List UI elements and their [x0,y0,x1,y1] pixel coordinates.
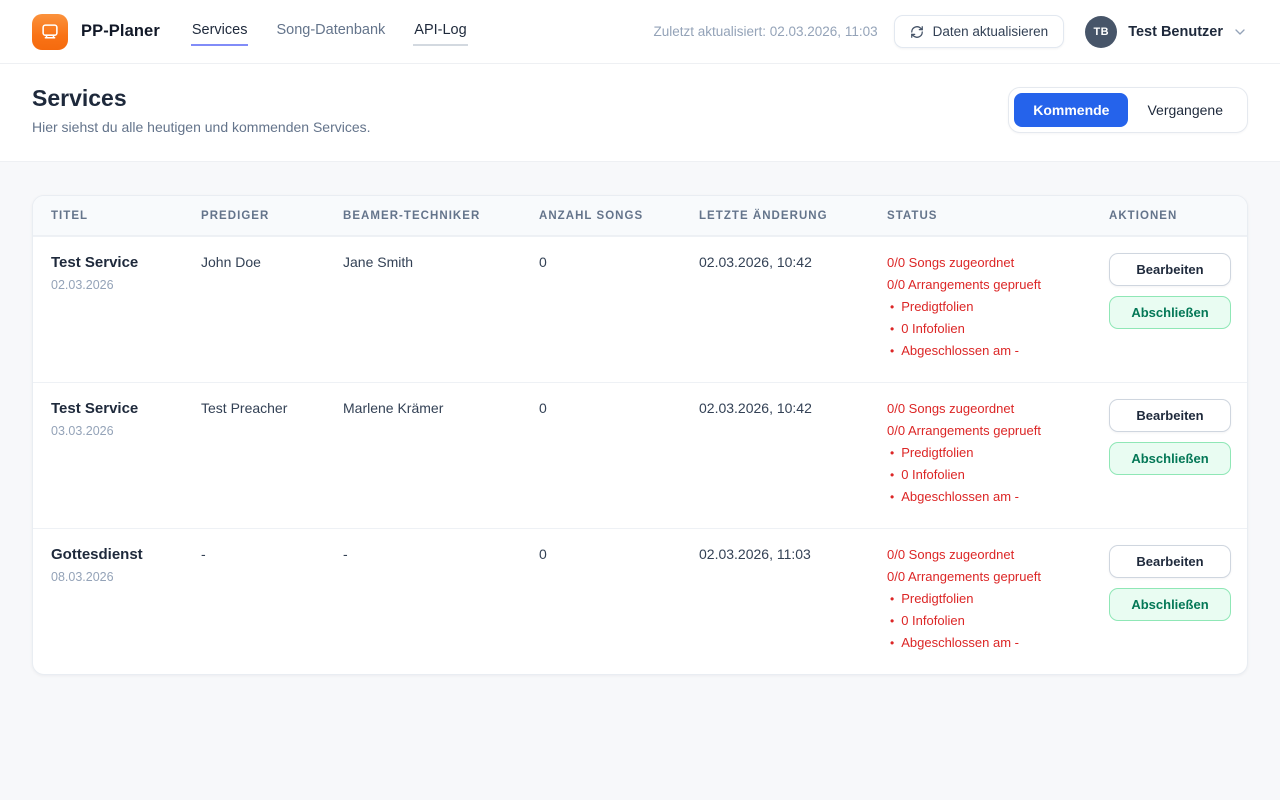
page-subtitle: Hier siehst du alle heutigen und kommend… [32,119,371,135]
table-row: Test Service 02.03.2026 John Doe Jane Sm… [33,236,1247,382]
service-filter-toggle: Kommende Vergangene [1008,87,1248,133]
anzahl-songs-cell: 0 [539,529,699,674]
services-table-card: Titel Prediger Beamer-Techniker Anzahl S… [32,195,1248,675]
status-bullet-item: 0 Infofolien [887,610,1093,632]
page-title: Services [32,85,371,112]
app-logo [32,14,68,50]
status-cell: 0/0 Songs zugeordnet 0/0 Arrangements ge… [887,529,1109,674]
col-header-prediger: Prediger [201,196,343,235]
complete-button[interactable]: Abschließen [1109,588,1231,621]
refresh-data-button[interactable]: Daten aktualisieren [894,15,1065,48]
chevron-down-icon [1232,24,1248,40]
status-bullet-item: Abgeschlossen am - [887,632,1093,654]
service-title: Test Service [51,400,185,417]
aktionen-cell: Bearbeiten Abschließen [1109,529,1247,674]
status-line: 0/0 Arrangements geprueft [887,566,1093,588]
letzte-aenderung-cell: 02.03.2026, 11:03 [699,529,887,674]
service-date: 03.03.2026 [51,424,185,438]
service-date: 08.03.2026 [51,570,185,584]
status-line: 0/0 Songs zugeordnet [887,398,1093,420]
primary-nav: Services Song-Datenbank API-Log [191,17,468,46]
table-header-row: Titel Prediger Beamer-Techniker Anzahl S… [33,196,1247,236]
beamer-techniker-cell: - [343,529,539,674]
aktionen-cell: Bearbeiten Abschließen [1109,237,1247,382]
titel-cell: Test Service 03.03.2026 [51,383,201,528]
status-bullet-item: Predigtfolien [887,296,1093,318]
refresh-button-label: Daten aktualisieren [933,24,1049,39]
service-date: 02.03.2026 [51,278,185,292]
col-header-aktionen: Aktionen [1109,196,1229,235]
status-line: 0/0 Songs zugeordnet [887,252,1093,274]
col-header-letzte-aenderung: Letzte Änderung [699,196,887,235]
status-bullet-item: 0 Infofolien [887,464,1093,486]
titel-cell: Test Service 02.03.2026 [51,237,201,382]
refresh-icon [910,25,924,39]
col-header-titel: Titel [51,196,201,235]
service-title: Gottesdienst [51,546,185,563]
service-title: Test Service [51,254,185,271]
titel-cell: Gottesdienst 08.03.2026 [51,529,201,674]
prediger-cell: John Doe [201,237,343,382]
nav-item-api-log[interactable]: API-Log [413,17,467,46]
status-bullet-item: Abgeschlossen am - [887,340,1093,362]
page-header: Services Hier siehst du alle heutigen un… [0,64,1280,162]
prediger-cell: Test Preacher [201,383,343,528]
status-cell: 0/0 Songs zugeordnet 0/0 Arrangements ge… [887,237,1109,382]
presentation-screen-icon [39,21,61,43]
user-name: Test Benutzer [1128,24,1223,40]
main-content: Titel Prediger Beamer-Techniker Anzahl S… [0,162,1280,708]
navbar-right: Zuletzt aktualisiert: 02.03.2026, 11:03 … [653,15,1248,48]
last-updated-text: Zuletzt aktualisiert: 02.03.2026, 11:03 [653,24,877,39]
prediger-cell: - [201,529,343,674]
status-bullet-item: 0 Infofolien [887,318,1093,340]
app-title: PP-Planer [81,22,160,41]
status-cell: 0/0 Songs zugeordnet 0/0 Arrangements ge… [887,383,1109,528]
edit-button[interactable]: Bearbeiten [1109,253,1231,286]
col-header-status: Status [887,196,1109,235]
aktionen-cell: Bearbeiten Abschließen [1109,383,1247,528]
beamer-techniker-cell: Marlene Krämer [343,383,539,528]
status-line: 0/0 Arrangements geprueft [887,274,1093,296]
status-bullet-item: Predigtfolien [887,588,1093,610]
table-row: Gottesdienst 08.03.2026 - - 0 02.03.2026… [33,528,1247,674]
letzte-aenderung-cell: 02.03.2026, 10:42 [699,383,887,528]
complete-button[interactable]: Abschließen [1109,442,1231,475]
anzahl-songs-cell: 0 [539,383,699,528]
col-header-anzahl-songs: Anzahl Songs [539,196,699,235]
anzahl-songs-cell: 0 [539,237,699,382]
status-line: 0/0 Arrangements geprueft [887,420,1093,442]
status-bullet-item: Abgeschlossen am - [887,486,1093,508]
nav-item-services[interactable]: Services [191,17,249,46]
user-menu[interactable]: TB Test Benutzer [1085,16,1248,48]
edit-button[interactable]: Bearbeiten [1109,399,1231,432]
top-navbar: PP-Planer Services Song-Datenbank API-Lo… [0,0,1280,64]
page-heading-group: Services Hier siehst du alle heutigen un… [32,85,371,135]
avatar: TB [1085,16,1117,48]
nav-item-song-datenbank[interactable]: Song-Datenbank [275,17,386,46]
table-row: Test Service 03.03.2026 Test Preacher Ma… [33,382,1247,528]
beamer-techniker-cell: Jane Smith [343,237,539,382]
edit-button[interactable]: Bearbeiten [1109,545,1231,578]
filter-tab-kommende[interactable]: Kommende [1014,93,1128,127]
letzte-aenderung-cell: 02.03.2026, 10:42 [699,237,887,382]
col-header-beamer-techniker: Beamer-Techniker [343,196,539,235]
status-line: 0/0 Songs zugeordnet [887,544,1093,566]
filter-tab-vergangene[interactable]: Vergangene [1128,93,1242,127]
status-bullet-item: Predigtfolien [887,442,1093,464]
complete-button[interactable]: Abschließen [1109,296,1231,329]
